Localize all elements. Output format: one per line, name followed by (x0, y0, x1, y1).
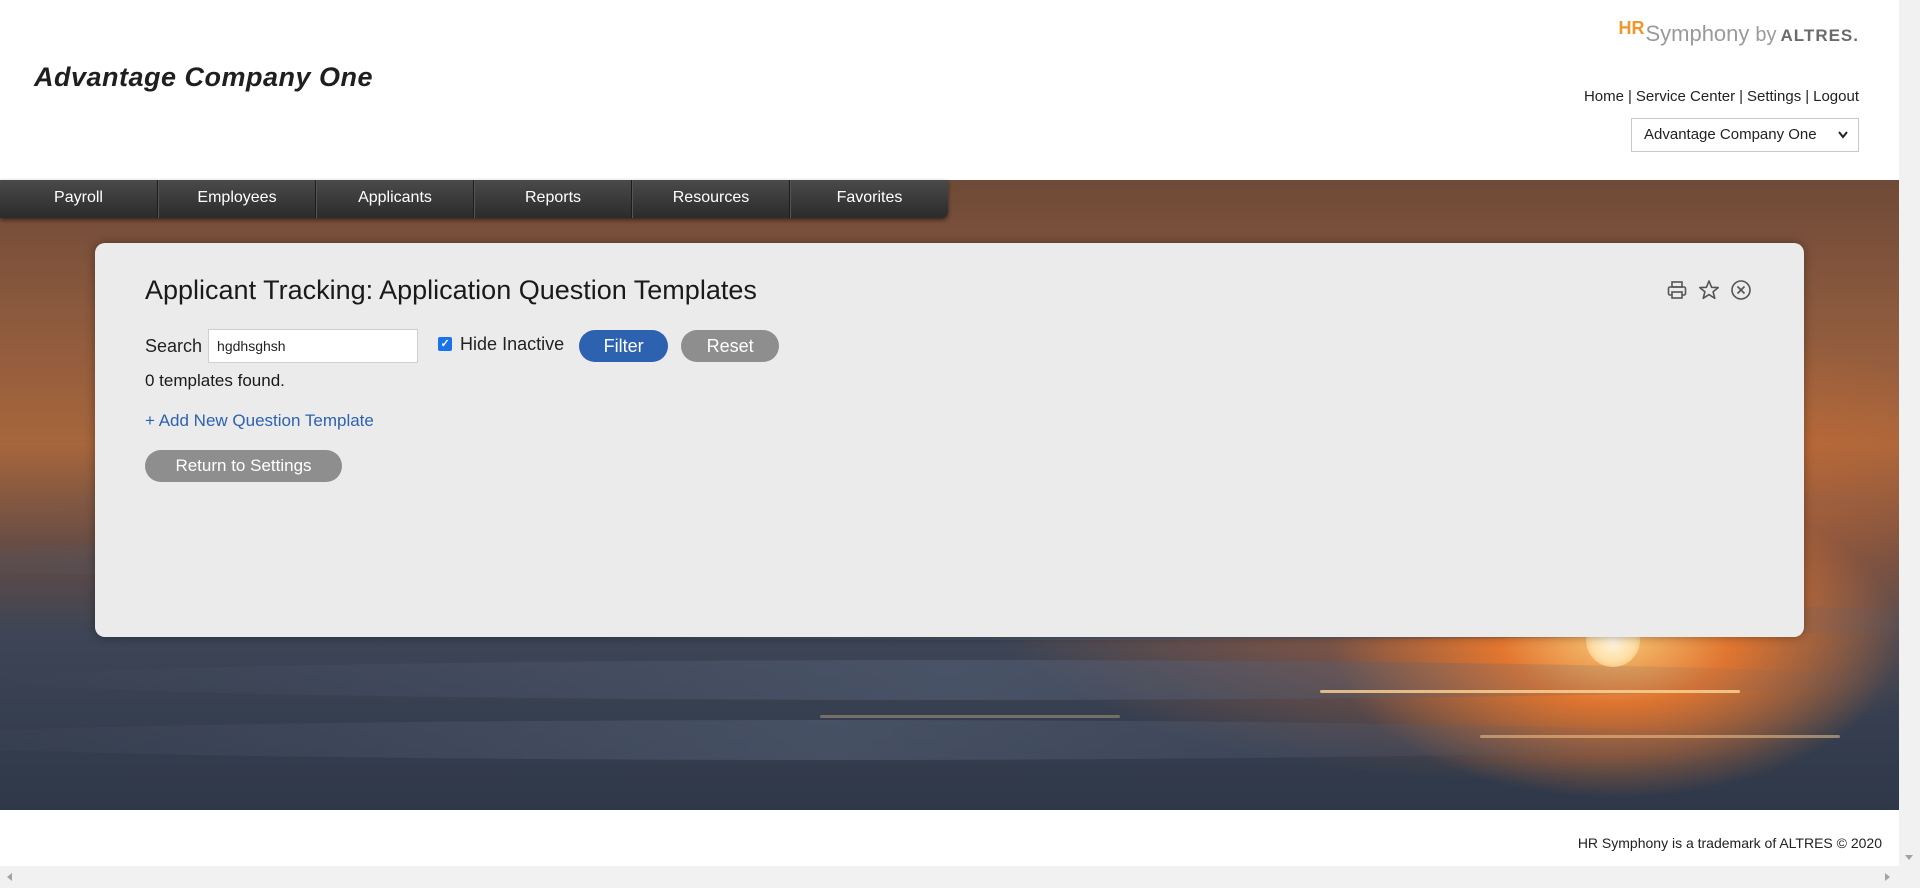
chevron-down-icon (1837, 119, 1849, 162)
reset-button[interactable]: Reset (681, 330, 780, 362)
nav-item-payroll[interactable]: Payroll (0, 180, 158, 218)
star-icon[interactable] (1698, 279, 1720, 301)
company-select[interactable]: Advantage Company One (1631, 118, 1859, 152)
scroll-right-icon[interactable] (1885, 873, 1890, 881)
scroll-left-icon[interactable] (7, 873, 12, 881)
page-title: Applicant Tracking: Application Question… (145, 275, 757, 305)
logout-link[interactable]: Logout (1813, 88, 1859, 105)
nav-item-employees[interactable]: Employees (158, 180, 316, 218)
nav-item-reports[interactable]: Reports (474, 180, 632, 218)
settings-link[interactable]: Settings (1747, 88, 1801, 105)
content-panel: Applicant Tracking: Application Question… (95, 243, 1804, 637)
hide-inactive-label: Hide Inactive (460, 333, 565, 354)
top-links: Home | Service Center | Settings | Logout (1584, 88, 1859, 105)
nav-item-favorites[interactable]: Favorites (790, 180, 948, 218)
print-icon[interactable] (1666, 279, 1688, 301)
footer: HR Symphony is a trademark of ALTRES © 2… (0, 810, 1899, 866)
hide-inactive-checkbox[interactable]: ✓ (438, 337, 453, 351)
brand-hr: HR (1618, 18, 1645, 38)
footer-text: HR Symphony is a trademark of ALTRES © 2… (1577, 835, 1882, 851)
return-to-settings-button[interactable]: Return to Settings (145, 450, 342, 482)
results-count: 0 templates found. (145, 371, 285, 390)
horizontal-scrollbar[interactable] (0, 866, 1920, 888)
panel-actions (1666, 279, 1752, 301)
company-select-value: Advantage Company One (1644, 126, 1817, 143)
link-separator: | (1739, 88, 1743, 105)
brand-symphony: Symphony (1645, 21, 1750, 46)
search-input[interactable]: hgdhsghsh (208, 329, 419, 363)
brand-logo: HRSymphony by ALTRES. (1618, 18, 1859, 47)
nav-item-applicants[interactable]: Applicants (316, 180, 474, 218)
close-circle-icon[interactable] (1730, 279, 1752, 301)
nav-item-resources[interactable]: Resources (632, 180, 790, 218)
main-nav: Payroll Employees Applicants Reports Res… (0, 180, 948, 218)
search-row: Search hgdhsghsh ✓ Hide Inactive Filter … (145, 329, 780, 363)
link-separator: | (1805, 88, 1810, 105)
hide-inactive-toggle: ✓ Hide Inactive (438, 334, 564, 355)
brand-by: by (1755, 24, 1777, 46)
link-separator: | (1627, 88, 1632, 105)
vertical-scrollbar[interactable] (1899, 0, 1920, 866)
add-question-template-link[interactable]: + Add New Question Template (145, 411, 374, 431)
service-center-link[interactable]: Service Center (1636, 88, 1735, 105)
header: Advantage Company One HRSymphony by ALTRES… (0, 0, 1899, 180)
brand-altres: ALTRES. (1780, 26, 1859, 45)
filter-button[interactable]: Filter (579, 330, 669, 362)
scroll-down-icon[interactable] (1905, 855, 1913, 860)
search-label: Search (145, 335, 203, 356)
company-title: Advantage Company One (34, 62, 374, 92)
home-link[interactable]: Home (1584, 88, 1624, 105)
